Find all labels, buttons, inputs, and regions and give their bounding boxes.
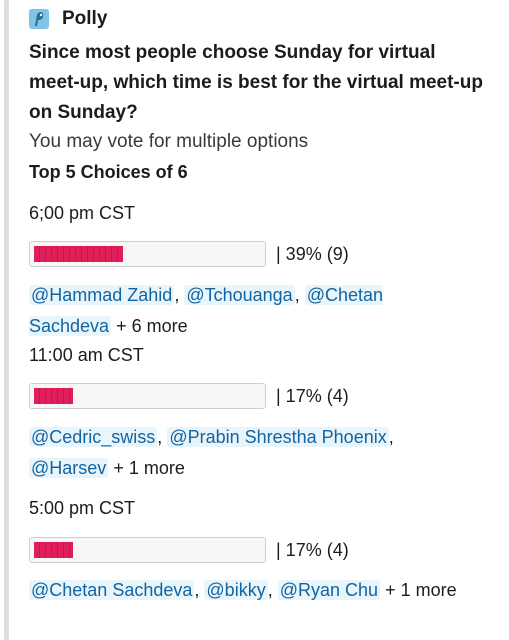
- more-voters: + 1 more: [113, 458, 185, 478]
- result-percentage: | 17% (4): [276, 385, 349, 406]
- more-voters: + 1 more: [385, 580, 457, 600]
- app-name[interactable]: Polly: [62, 8, 107, 30]
- result-bar: [29, 383, 266, 409]
- voter-list: @Cedric_swiss, @Prabin Shrestha Phoenix,…: [29, 427, 394, 478]
- poll-header: Polly: [29, 8, 107, 30]
- option-result: | 17% (4): [29, 383, 349, 409]
- option-result: | 17% (4): [29, 537, 349, 563]
- voter-list: @Chetan Sachdeva, @bikky, @Ryan Chu + 1 …: [29, 580, 457, 600]
- user-mention[interactable]: @Harsev: [29, 458, 109, 478]
- result-bar: [29, 537, 266, 563]
- user-mention[interactable]: @Prabin Shrestha Phoenix: [167, 427, 389, 447]
- result-bar-fill: [34, 246, 123, 262]
- option-title: 11:00 am CST: [29, 345, 144, 365]
- result-bar-fill: [34, 542, 73, 558]
- more-voters: + 6 more: [116, 316, 188, 336]
- result-percentage: | 39% (9): [276, 243, 349, 264]
- voter-list: @Hammad Zahid, @Tchouanga, @Chetan Sachd…: [29, 285, 384, 336]
- result-bar-fill: [34, 388, 73, 404]
- polly-logo-icon: [29, 9, 49, 29]
- poll-question: Since most people choose Sunday for virt…: [29, 42, 483, 123]
- result-bar: [29, 241, 266, 267]
- option-title: 5:00 pm CST: [29, 498, 136, 518]
- poll-subtitle: You may vote for multiple options: [29, 131, 309, 152]
- user-mention[interactable]: @bikky: [204, 580, 268, 600]
- message-attachment-rail: [4, 0, 9, 640]
- top-choices-heading: Top 5 Choices of 6: [29, 162, 188, 182]
- option-title: 6;00 pm CST: [29, 203, 136, 223]
- user-mention[interactable]: @Ryan Chu: [277, 580, 381, 600]
- user-mention[interactable]: @Cedric_swiss: [29, 427, 158, 447]
- user-mention[interactable]: @Chetan Sachdeva: [29, 580, 195, 600]
- user-mention[interactable]: @Tchouanga: [184, 285, 295, 305]
- result-percentage: | 17% (4): [276, 539, 349, 560]
- user-mention[interactable]: @Hammad Zahid: [29, 285, 175, 305]
- option-result: | 39% (9): [29, 241, 349, 267]
